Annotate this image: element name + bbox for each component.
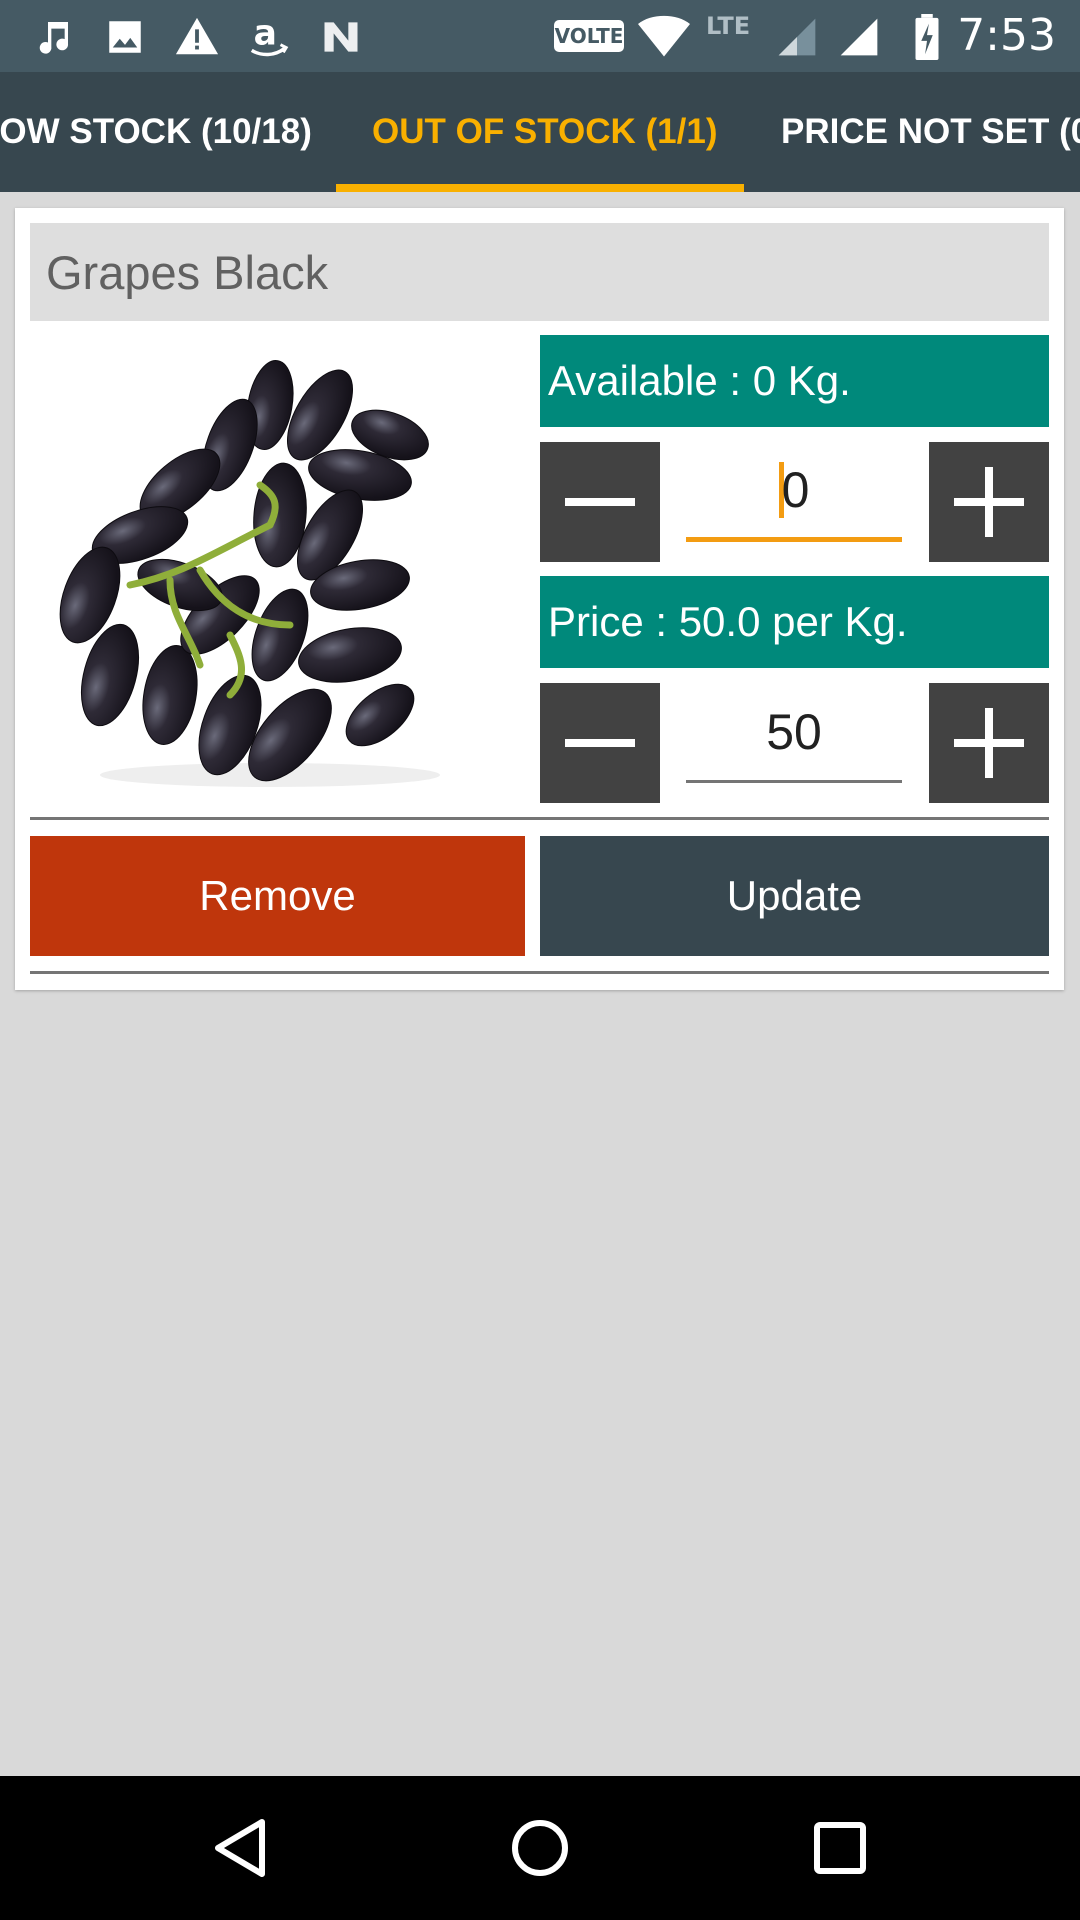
price-label: Price : 50.0 per Kg.: [540, 576, 1049, 668]
back-icon[interactable]: [204, 1812, 276, 1884]
price-input[interactable]: 50: [686, 683, 902, 783]
price-increment-button[interactable]: [929, 683, 1049, 803]
signal-icon: [774, 14, 820, 60]
update-button[interactable]: Update: [540, 836, 1049, 956]
signal-icon: [836, 14, 882, 60]
home-icon[interactable]: [504, 1812, 576, 1884]
tab-out-of-stock[interactable]: OUT OF STOCK (1/1): [372, 72, 718, 192]
recents-icon[interactable]: [804, 1812, 876, 1884]
tab-low-stock[interactable]: LOW STOCK (10/18): [0, 72, 312, 192]
minus-icon: [565, 739, 635, 747]
divider: [30, 971, 1049, 974]
price-value: 50: [766, 703, 822, 760]
quantity-input[interactable]: 0: [686, 442, 902, 542]
music-icon: [30, 14, 76, 60]
quantity-increment-button[interactable]: [929, 442, 1049, 562]
status-bar: a VOLTE LTE 7:53: [0, 0, 1080, 72]
n-icon: [318, 14, 364, 60]
minus-icon: [565, 498, 635, 506]
quantity-decrement-button[interactable]: [540, 442, 660, 562]
product-name: Grapes Black: [30, 223, 1049, 321]
product-image: [30, 335, 528, 797]
divider: [30, 817, 1049, 820]
available-label: Available : 0 Kg.: [540, 335, 1049, 427]
amazon-icon: a: [246, 14, 292, 60]
remove-button[interactable]: Remove: [30, 836, 525, 956]
image-icon: [102, 14, 148, 60]
product-card: Grapes Black Available: 0 Kg. 0 Price:…: [15, 208, 1064, 990]
quantity-value: 0: [781, 461, 810, 518]
price-decrement-button[interactable]: [540, 683, 660, 803]
battery-icon: [904, 14, 950, 60]
volte-badge: VOLTE: [554, 20, 624, 52]
warning-icon: [174, 14, 220, 60]
navigation-bar: [0, 1776, 1080, 1920]
lte-label: LTE: [706, 12, 751, 40]
active-tab-indicator: [336, 184, 744, 192]
tab-price-not-set[interactable]: PRICE NOT SET (0/: [781, 72, 1080, 192]
clock: 7:53: [957, 10, 1056, 61]
svg-text:a: a: [254, 14, 277, 54]
tab-bar: LOW STOCK (10/18) OUT OF STOCK (1/1) PRI…: [0, 72, 1080, 192]
wifi-icon: [638, 14, 690, 60]
